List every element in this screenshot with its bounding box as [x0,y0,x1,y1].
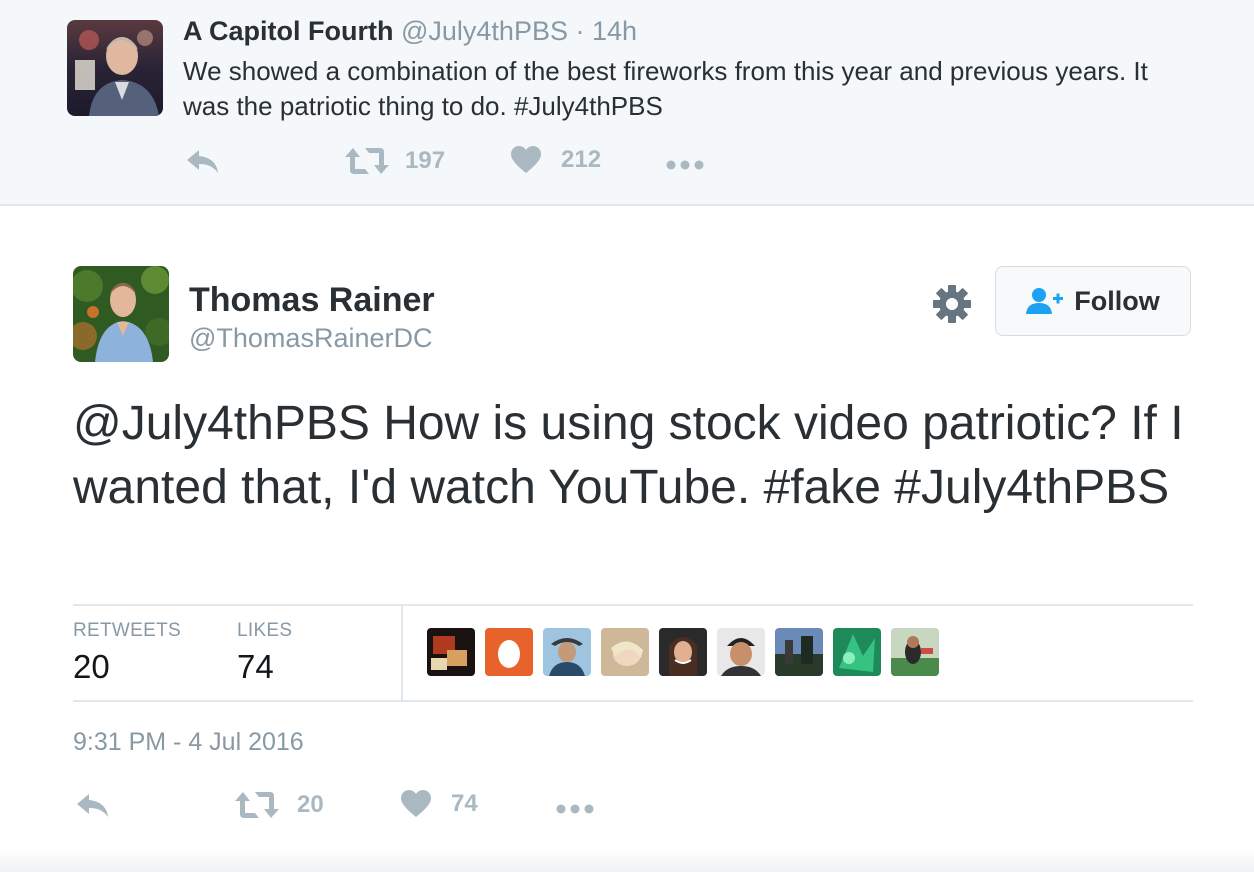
author-handle[interactable]: @ThomasRainerDC [189,323,432,354]
heart-icon [401,790,431,817]
liker-avatar[interactable] [485,628,533,676]
parent-action-bar: 197 212 [185,146,745,186]
parent-like-button[interactable]: 212 [511,146,601,174]
liker-avatar[interactable] [659,628,707,676]
retweets-label: RETWEETS [73,620,181,641]
gear-icon [933,285,971,323]
more-button[interactable] [555,794,595,824]
stats-divider [401,606,403,700]
tweet-text: @July4thPBS How is using stock video pat… [73,397,1184,514]
author-display-name[interactable]: Thomas Rainer [189,281,435,320]
parent-timestamp[interactable]: 14h [592,16,637,46]
likes-count: 74 [237,648,274,685]
liker-avatar[interactable] [601,628,649,676]
parent-retweet-button[interactable]: 197 [345,146,445,176]
like-button[interactable]: 74 [401,790,478,818]
parent-handle[interactable]: @July4thPBS [401,16,568,46]
liker-avatar[interactable] [775,628,823,676]
liker-avatar[interactable] [891,628,939,676]
parent-header: A Capitol Fourth @July4thPBS · 14h [183,16,637,47]
tweet-timestamp[interactable]: 9:31 PM - 4 Jul 2016 [73,728,304,757]
follow-label: Follow [1074,285,1160,316]
settings-button[interactable] [932,284,972,324]
liker-avatar[interactable] [717,628,765,676]
liker-avatar[interactable] [543,628,591,676]
retweet-count: 20 [297,791,324,818]
parent-retweet-count: 197 [405,147,446,174]
retweet-button[interactable]: 20 [235,790,324,820]
retweets-count: 20 [73,648,110,685]
like-count: 74 [451,790,478,817]
heart-icon [511,146,541,173]
parent-like-count: 212 [561,146,602,173]
author-avatar[interactable] [73,266,169,362]
liker-avatars [427,628,939,676]
follow-button[interactable]: Follow [995,266,1191,336]
reply-button[interactable] [75,790,111,820]
parent-reply-button[interactable] [185,146,221,176]
retweet-icon [345,148,389,174]
more-icon [556,804,594,814]
parent-tweet: A Capitol Fourth @July4thPBS · 14h We sh… [0,0,1254,206]
retweet-icon [235,792,279,818]
likes-stat[interactable]: LIKES 74 [237,620,292,686]
parent-display-name[interactable]: A Capitol Fourth [183,16,393,46]
reply-icon [187,150,218,173]
liker-avatar[interactable] [427,628,475,676]
more-icon [666,160,704,170]
parent-tweet-text: We showed a combination of the best fire… [183,56,1148,121]
retweets-stat[interactable]: RETWEETS 20 [73,620,181,686]
likes-label: LIKES [237,620,293,641]
parent-more-button[interactable] [665,150,705,180]
liker-avatar[interactable] [833,628,881,676]
bottom-divider [0,848,1254,872]
tweet-stats: RETWEETS 20 LIKES 74 [73,604,1193,702]
parent-avatar[interactable] [67,20,163,116]
reply-icon [77,794,108,817]
tweet-action-bar: 20 74 [75,790,635,830]
follow-user-icon [1026,288,1064,314]
parent-separator: · [575,16,585,46]
